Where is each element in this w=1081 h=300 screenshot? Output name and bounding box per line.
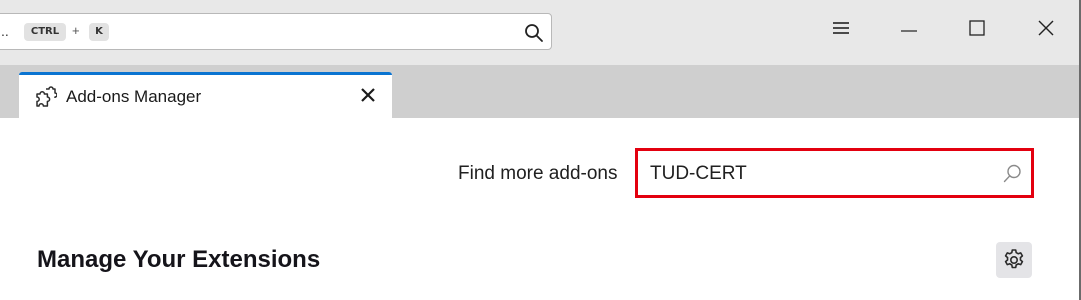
- page-title: Manage Your Extensions: [37, 246, 321, 273]
- addons-search-input[interactable]: [650, 163, 980, 185]
- tab-strip: Add-ons Manager: [0, 65, 1079, 118]
- shortcut-plus: +: [72, 23, 80, 38]
- search-icon[interactable]: [524, 23, 544, 43]
- gear-icon: [1004, 249, 1024, 269]
- navigation-toolbar: .. CTRL + K: [0, 0, 1079, 65]
- hamburger-menu-icon[interactable]: [831, 18, 851, 38]
- browser-window: .. CTRL + K Add-ons Manager Find more ad…: [0, 0, 1081, 300]
- tab-title: Add-ons Manager: [66, 87, 202, 106]
- close-icon[interactable]: [1036, 18, 1056, 38]
- address-text: ..: [1, 23, 9, 39]
- close-tab-icon[interactable]: [359, 86, 377, 104]
- search-icon[interactable]: [1001, 163, 1023, 185]
- shortcut-ctrl-key: CTRL: [24, 23, 66, 41]
- addons-page: Find more add-ons Manage Your Extensions: [0, 118, 1079, 300]
- minimize-icon[interactable]: [899, 18, 919, 38]
- active-tab-indicator: [19, 72, 392, 75]
- addons-search-box[interactable]: [635, 148, 1034, 198]
- shortcut-k-key: K: [89, 23, 109, 41]
- find-more-addons-label: Find more add-ons: [458, 163, 618, 184]
- maximize-icon[interactable]: [967, 18, 987, 38]
- tools-settings-button[interactable]: [996, 242, 1032, 278]
- address-bar[interactable]: .. CTRL + K: [0, 13, 552, 50]
- tab-add-ons-manager[interactable]: Add-ons Manager: [19, 72, 392, 118]
- puzzle-piece-icon: [36, 86, 57, 107]
